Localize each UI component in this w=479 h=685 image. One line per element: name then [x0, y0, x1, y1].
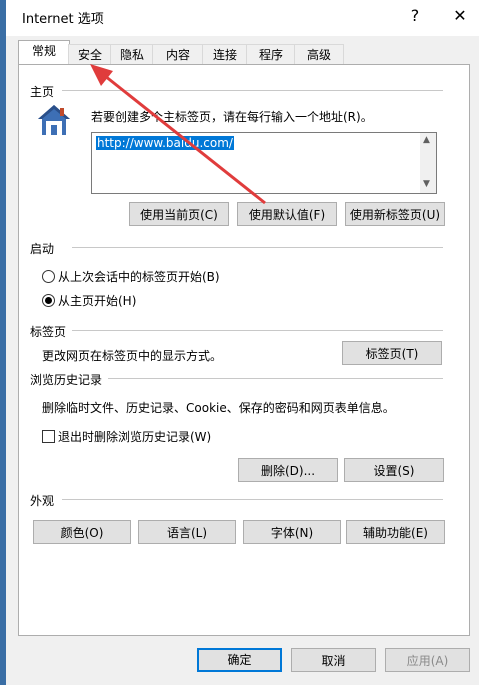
internet-options-dialog: Internet 选项 ? ✕ 常规 安全 隐私 内容 连接 程序 高级 主页 …	[0, 0, 479, 685]
annotation-arrow-icon	[90, 64, 266, 205]
